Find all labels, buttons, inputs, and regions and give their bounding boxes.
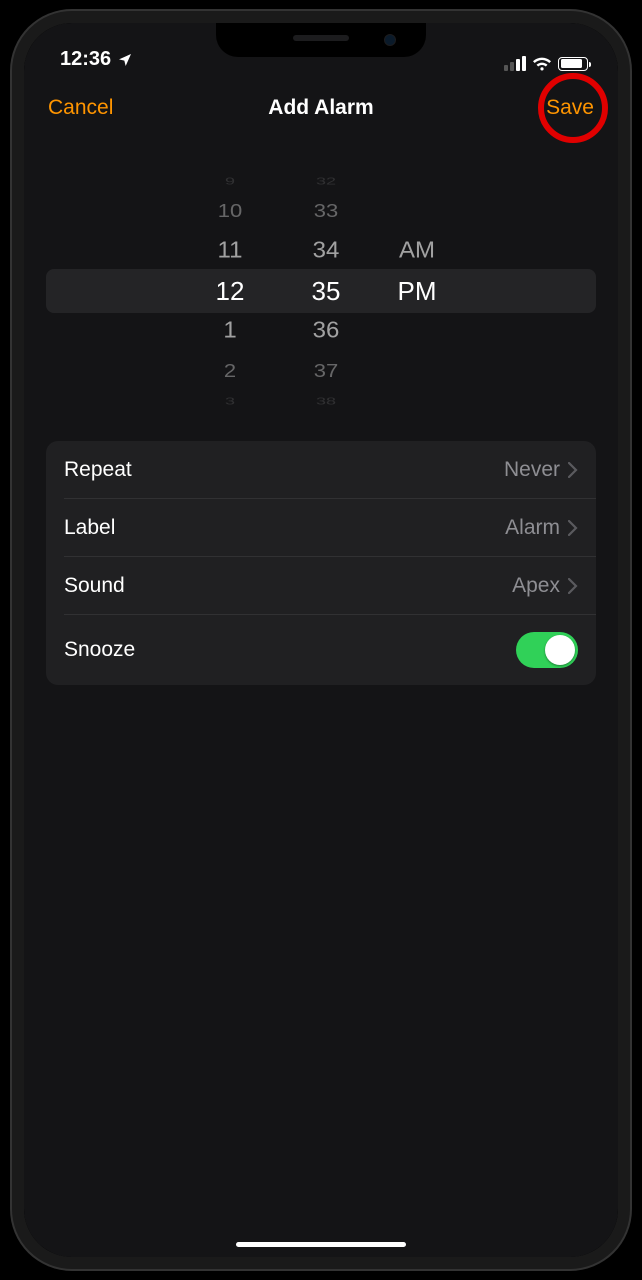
repeat-label: Repeat xyxy=(64,458,132,482)
status-time: 12:36 xyxy=(60,48,111,71)
hour-option: 9 xyxy=(195,176,265,187)
earpiece-speaker xyxy=(293,35,349,41)
hour-picker[interactable]: 9 10 11 12 1 2 3 xyxy=(195,161,265,421)
snooze-row: Snooze xyxy=(46,615,596,685)
label-value: Alarm xyxy=(505,516,560,540)
phone-frame: 12:36 xyxy=(12,11,630,1269)
hour-option: 10 xyxy=(195,194,265,228)
hour-option: 1 xyxy=(195,312,265,350)
hour-option: 11 xyxy=(195,232,265,270)
ampm-spacer xyxy=(387,176,447,187)
repeat-value: Never xyxy=(504,458,560,482)
minute-option: 38 xyxy=(291,396,361,407)
hour-selected: 12 xyxy=(195,271,265,311)
page-title: Add Alarm xyxy=(268,96,373,120)
ampm-option: AM xyxy=(387,232,447,270)
minute-selected: 35 xyxy=(291,271,361,311)
ampm-spacer xyxy=(387,312,447,350)
front-camera xyxy=(384,34,396,46)
minute-option: 33 xyxy=(291,194,361,228)
screen: 12:36 xyxy=(24,23,618,1257)
battery-fill xyxy=(561,59,582,68)
toggle-knob xyxy=(545,635,575,665)
repeat-row[interactable]: Repeat Never xyxy=(46,441,596,499)
alarm-settings-group: Repeat Never Label Alarm Sound xyxy=(46,441,596,685)
chevron-right-icon xyxy=(568,520,578,536)
snooze-toggle[interactable] xyxy=(516,632,578,668)
chevron-right-icon xyxy=(568,578,578,594)
sound-value: Apex xyxy=(512,574,560,598)
ampm-spacer xyxy=(387,354,447,388)
time-picker[interactable]: 9 10 11 12 1 2 3 32 33 34 35 36 37 38 xyxy=(46,161,596,421)
label-row[interactable]: Label Alarm xyxy=(46,499,596,557)
ampm-spacer xyxy=(387,396,447,407)
battery-icon xyxy=(558,57,588,71)
label-label: Label xyxy=(64,516,115,540)
ampm-spacer xyxy=(387,194,447,228)
minute-option: 36 xyxy=(291,312,361,350)
ampm-picker[interactable]: AM PM xyxy=(387,161,447,421)
save-button[interactable]: Save xyxy=(546,96,594,120)
sound-label: Sound xyxy=(64,574,125,598)
hour-option: 2 xyxy=(195,354,265,388)
notch xyxy=(216,23,426,57)
sound-row[interactable]: Sound Apex xyxy=(46,557,596,615)
location-arrow-icon xyxy=(117,52,133,68)
status-left: 12:36 xyxy=(60,48,133,71)
cancel-button[interactable]: Cancel xyxy=(48,96,113,120)
snooze-label: Snooze xyxy=(64,638,135,662)
hour-option: 3 xyxy=(195,396,265,407)
status-right xyxy=(504,56,588,71)
chevron-right-icon xyxy=(568,462,578,478)
minute-option: 34 xyxy=(291,232,361,270)
minute-option: 32 xyxy=(291,176,361,187)
cellular-signal-icon xyxy=(504,56,526,71)
minute-picker[interactable]: 32 33 34 35 36 37 38 xyxy=(291,161,361,421)
home-indicator[interactable] xyxy=(236,1242,406,1247)
wifi-icon xyxy=(532,57,552,71)
ampm-selected: PM xyxy=(387,271,447,311)
nav-bar: Cancel Add Alarm Save xyxy=(24,73,618,143)
minute-option: 37 xyxy=(291,354,361,388)
